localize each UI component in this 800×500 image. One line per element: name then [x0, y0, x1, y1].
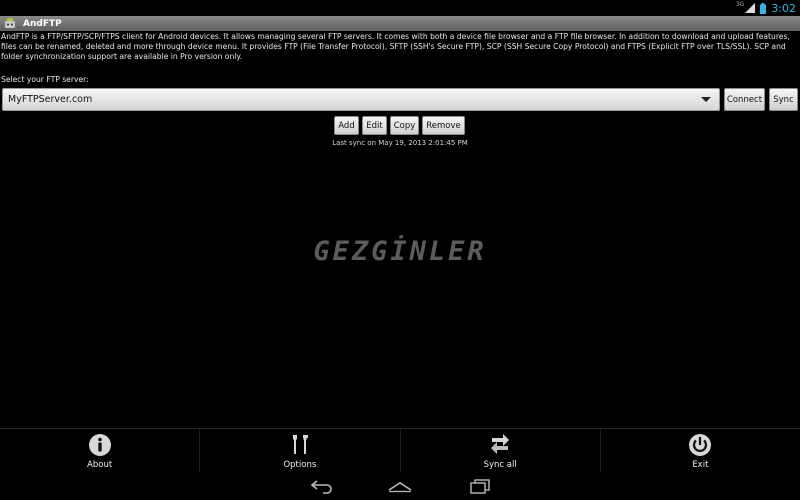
- info-icon: [88, 434, 111, 456]
- exit-label: Exit: [692, 460, 709, 470]
- copy-server-button[interactable]: Copy: [390, 116, 419, 135]
- about-label: About: [87, 460, 113, 470]
- clock: 3:02: [771, 1, 796, 15]
- options-label: Options: [283, 460, 317, 470]
- sync-button[interactable]: Sync: [769, 88, 798, 111]
- sync-all-action[interactable]: Sync all: [399, 429, 600, 472]
- bottom-action-bar: About Options Sync all Exit: [0, 428, 800, 472]
- last-sync-text: Last sync on May 19, 2013 2:01:45 PM: [332, 139, 468, 147]
- tools-icon: [292, 435, 308, 454]
- edit-server-button[interactable]: Edit: [362, 116, 387, 135]
- network-type-label: 3G: [735, 0, 745, 8]
- recent-apps-icon[interactable]: [467, 478, 493, 494]
- back-icon[interactable]: [308, 478, 334, 494]
- power-icon: [689, 434, 712, 456]
- add-server-button[interactable]: Add: [334, 116, 359, 135]
- signal-icon: [745, 3, 756, 13]
- system-nav-bar: [0, 472, 800, 500]
- options-action[interactable]: Options: [199, 429, 399, 472]
- sync-arrows-icon: [491, 434, 510, 454]
- connect-button[interactable]: Connect: [724, 88, 765, 111]
- status-bar: 3G 3:02: [0, 0, 800, 16]
- android-app-icon: [5, 18, 15, 28]
- ftp-server-dropdown[interactable]: MyFTPServer.com: [2, 88, 720, 111]
- app-description: AndFTP is a FTP/SFTP/SCP/FTPS client for…: [1, 32, 790, 61]
- selected-server-value: MyFTPServer.com: [8, 94, 93, 105]
- remove-server-button[interactable]: Remove: [422, 116, 465, 135]
- home-icon[interactable]: [387, 478, 413, 494]
- exit-action[interactable]: Exit: [599, 429, 800, 472]
- battery-icon: [760, 2, 767, 14]
- sync-all-label: Sync all: [483, 460, 517, 470]
- about-action[interactable]: About: [0, 429, 199, 472]
- title-bar: AndFTP: [0, 16, 800, 31]
- status-icons: 3G 3:02: [736, 1, 796, 15]
- watermark: GEZGİNLER: [313, 236, 487, 267]
- server-select-label: Select your FTP server:: [1, 75, 89, 84]
- app-title: AndFTP: [23, 18, 62, 29]
- dropdown-arrow-icon: [701, 97, 711, 102]
